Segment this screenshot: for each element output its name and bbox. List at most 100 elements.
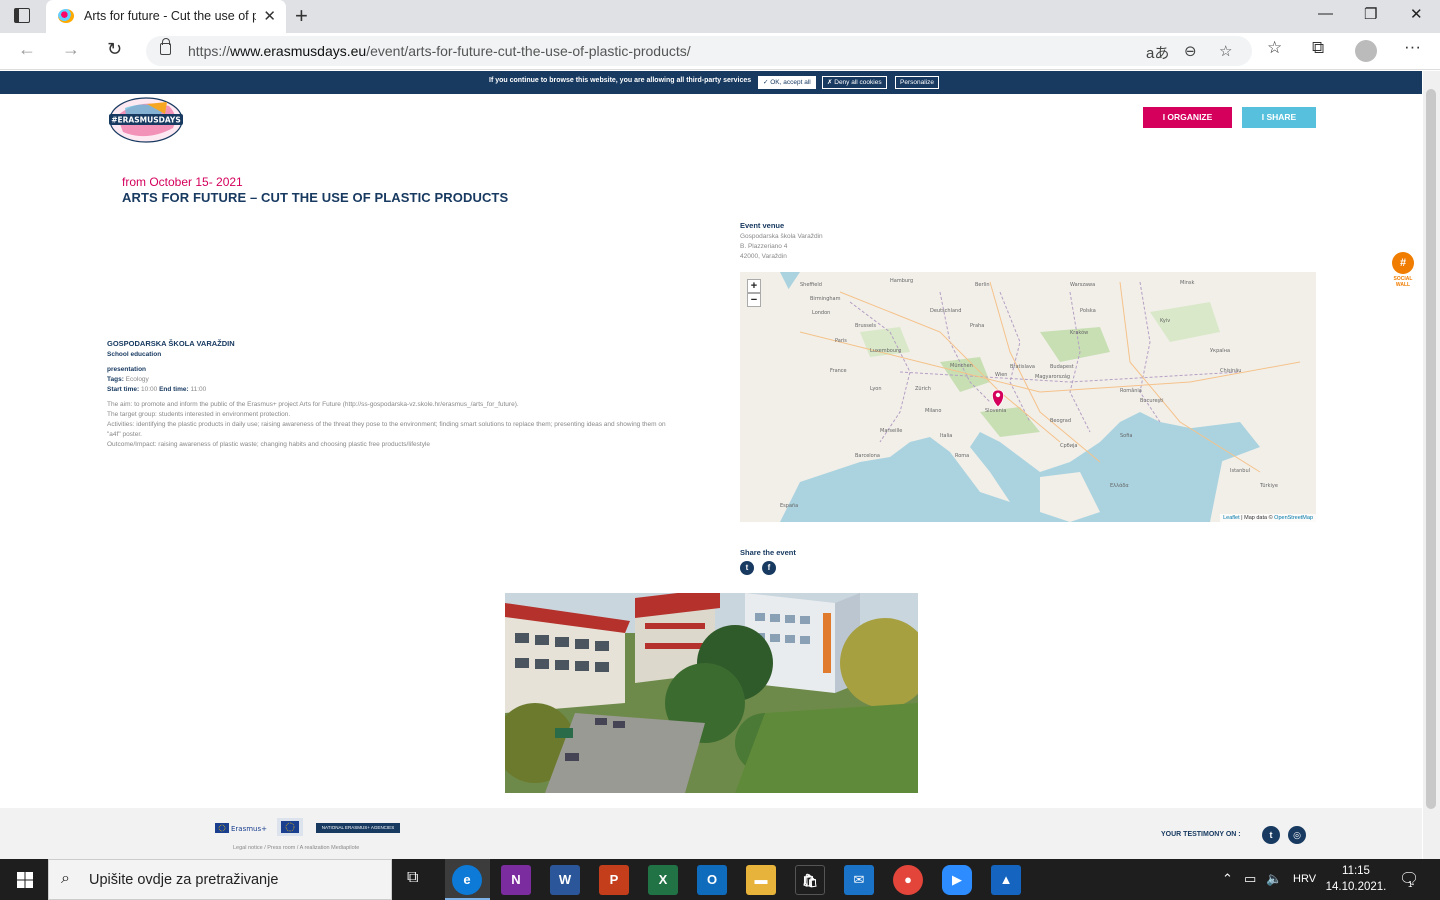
map-place-label: Hamburg xyxy=(890,278,913,284)
show-hidden-icons-icon[interactable]: ⌃ xyxy=(1222,871,1233,887)
restore-icon[interactable]: ❐ xyxy=(1364,5,1377,23)
page-scrollbar[interactable] xyxy=(1423,71,1440,859)
erasmusdays-logo[interactable]: #ERASMUSDAYS xyxy=(107,96,185,144)
browser-tab[interactable]: Arts for future - Cut the use of plastic… xyxy=(46,0,286,33)
scrollbar-thumb[interactable] xyxy=(1426,89,1436,809)
leaflet-link[interactable]: Leaflet xyxy=(1223,515,1240,521)
map-place-label: România xyxy=(1120,387,1142,394)
task-view-icon[interactable]: ⧉ xyxy=(407,869,418,887)
social-wall-widget[interactable]: # SOCIAL WALL xyxy=(1391,252,1415,288)
map-place-label: Budapest xyxy=(1050,364,1074,370)
map-place-label: Ελλάδα xyxy=(1110,482,1129,489)
favorites-icon[interactable]: ☆ xyxy=(1267,38,1282,58)
footer-legal-links[interactable]: Legal notice / Press room / A realizatio… xyxy=(233,845,359,851)
volume-icon[interactable]: 🔈 xyxy=(1266,871,1282,887)
site-favicon-icon xyxy=(58,9,74,23)
map-place-label: Lyon xyxy=(870,386,882,392)
end-time-label: End time: xyxy=(159,386,189,393)
lock-icon[interactable] xyxy=(160,38,171,55)
notification-count: 1 xyxy=(1408,880,1413,889)
map-place-label: Brussels xyxy=(855,323,876,329)
end-time-value: 11:00 xyxy=(190,386,207,393)
deny-cookies-button[interactable]: ✗ Deny all cookies xyxy=(822,76,887,89)
file-explorer-icon[interactable]: ▬ xyxy=(746,865,776,895)
tags-value: Ecology xyxy=(125,376,149,383)
map-place-label: London xyxy=(812,310,830,316)
refresh-icon[interactable]: ↻ xyxy=(107,39,122,60)
forward-icon[interactable]: → xyxy=(62,39,80,60)
personalize-cookies-button[interactable]: Personalize xyxy=(895,76,939,89)
map-place-label: Milano xyxy=(925,408,941,414)
back-icon[interactable]: ← xyxy=(18,39,36,60)
venue-street: B. Plazzeriano 4 xyxy=(740,243,788,250)
svg-text:#ERASMUSDAYS: #ERASMUSDAYS xyxy=(111,116,181,125)
instagram-icon[interactable]: ◎ xyxy=(1288,826,1306,844)
outlook-app-icon[interactable]: O xyxy=(697,865,727,895)
i-share-button[interactable]: I SHARE xyxy=(1242,107,1316,128)
map-place-label: Slovenia xyxy=(985,408,1006,414)
map-place-label: Wien xyxy=(995,372,1007,378)
new-tab-icon[interactable]: + xyxy=(295,3,308,29)
twitter-share-icon[interactable]: t xyxy=(740,561,754,575)
description-line: Activities: identifying the plastic prod… xyxy=(107,421,666,438)
map-place-label: Luxembourg xyxy=(870,348,901,354)
address-bar[interactable]: https://www.erasmusdays.eu/event/arts-fo… xyxy=(146,36,1252,66)
facebook-share-icon[interactable]: f xyxy=(762,561,776,575)
zoom-app-icon[interactable]: ▶ xyxy=(942,865,972,895)
zoom-out-icon[interactable]: ⊖ xyxy=(1184,42,1197,60)
tab-actions-icon[interactable] xyxy=(14,8,30,23)
event-times: Start time: 10:00 End time: 11:00 xyxy=(107,386,206,393)
i-organize-button[interactable]: I ORGANIZE xyxy=(1143,107,1232,128)
close-tab-icon[interactable]: ✕ xyxy=(263,7,276,25)
excel-app-icon[interactable]: X xyxy=(648,865,678,895)
venue-name: Gospodarska škola Varaždin xyxy=(740,233,823,240)
language-indicator[interactable]: HRV xyxy=(1293,873,1316,885)
description-line: The target group: students interested in… xyxy=(107,411,291,418)
map-zoom-in-button[interactable]: + xyxy=(747,279,761,293)
mail-app-icon[interactable]: ✉ xyxy=(844,865,874,895)
edge-app-icon[interactable]: e xyxy=(452,865,482,895)
hashtag-icon[interactable]: # xyxy=(1392,252,1414,274)
map-place-label: Bratislava xyxy=(1010,364,1035,370)
more-menu-icon[interactable]: ··· xyxy=(1404,37,1421,57)
page-footer: Erasmus+ NATIONAL ERASMUS+ AGENCIES Lega… xyxy=(0,808,1422,859)
twitter-icon[interactable]: t xyxy=(1262,826,1280,844)
event-description: The aim: to promote and inform the publi… xyxy=(107,400,667,450)
photos-app-icon[interactable]: ▲ xyxy=(991,865,1021,895)
collections-icon[interactable]: ⧉ xyxy=(1312,38,1324,58)
map-zoom-out-button[interactable]: − xyxy=(747,293,761,307)
accept-cookies-button[interactable]: ✓ OK, accept all xyxy=(758,76,816,89)
description-line: Outcome/Impact: raising awareness of pla… xyxy=(107,441,431,448)
taskbar-search-box[interactable]: ⌕ Upišite ovdje za pretraživanje xyxy=(48,859,392,900)
map-place-label: Magyarország xyxy=(1035,373,1070,380)
profile-avatar[interactable] xyxy=(1355,40,1377,62)
windows-start-icon[interactable] xyxy=(17,872,33,888)
venue-heading: Event venue xyxy=(740,221,785,230)
url-text[interactable]: https://www.erasmusdays.eu/event/arts-fo… xyxy=(188,43,691,59)
powerpoint-app-icon[interactable]: P xyxy=(599,865,629,895)
organizer-name: GOSPODARSKA ŠKOLA VARAŽDIN xyxy=(107,339,235,348)
eu-flag-icon xyxy=(277,818,303,836)
map-place-label: Istanbul xyxy=(1230,468,1250,474)
erasmus-plus-logo[interactable]: Erasmus+ xyxy=(215,823,267,833)
map-place-label: München xyxy=(950,363,973,369)
add-favorite-icon[interactable]: ☆ xyxy=(1219,42,1232,60)
national-agencies-logo[interactable]: NATIONAL ERASMUS+ AGENCIES xyxy=(316,823,400,833)
tags-label: Tags: xyxy=(107,376,124,383)
read-aloud-icon[interactable]: aあ xyxy=(1146,42,1169,63)
osm-link[interactable]: OpenStreetMap xyxy=(1274,515,1313,521)
map-place-label: España xyxy=(780,503,798,509)
chrome-app-icon[interactable]: ● xyxy=(893,865,923,895)
taskbar-clock[interactable]: 11:15 14.10.2021. xyxy=(1322,863,1390,895)
map-place-label: Warszawa xyxy=(1070,282,1095,288)
store-app-icon[interactable]: 🛍 xyxy=(795,865,825,895)
word-app-icon[interactable]: W xyxy=(550,865,580,895)
map-place-label: Beograd xyxy=(1050,418,1071,424)
close-window-icon[interactable]: ✕ xyxy=(1410,5,1423,23)
network-icon[interactable]: ▭ xyxy=(1244,871,1256,887)
map-tiles[interactable]: Sheffield Birmingham London Hamburg Berlin Wa… xyxy=(740,272,1316,522)
onenote-app-icon[interactable]: N xyxy=(501,865,531,895)
event-map[interactable]: Sheffield Birmingham London Hamburg Berlin Wa… xyxy=(740,272,1316,522)
minimize-icon[interactable]: — xyxy=(1318,5,1333,22)
map-place-label: Barcelona xyxy=(855,453,880,459)
